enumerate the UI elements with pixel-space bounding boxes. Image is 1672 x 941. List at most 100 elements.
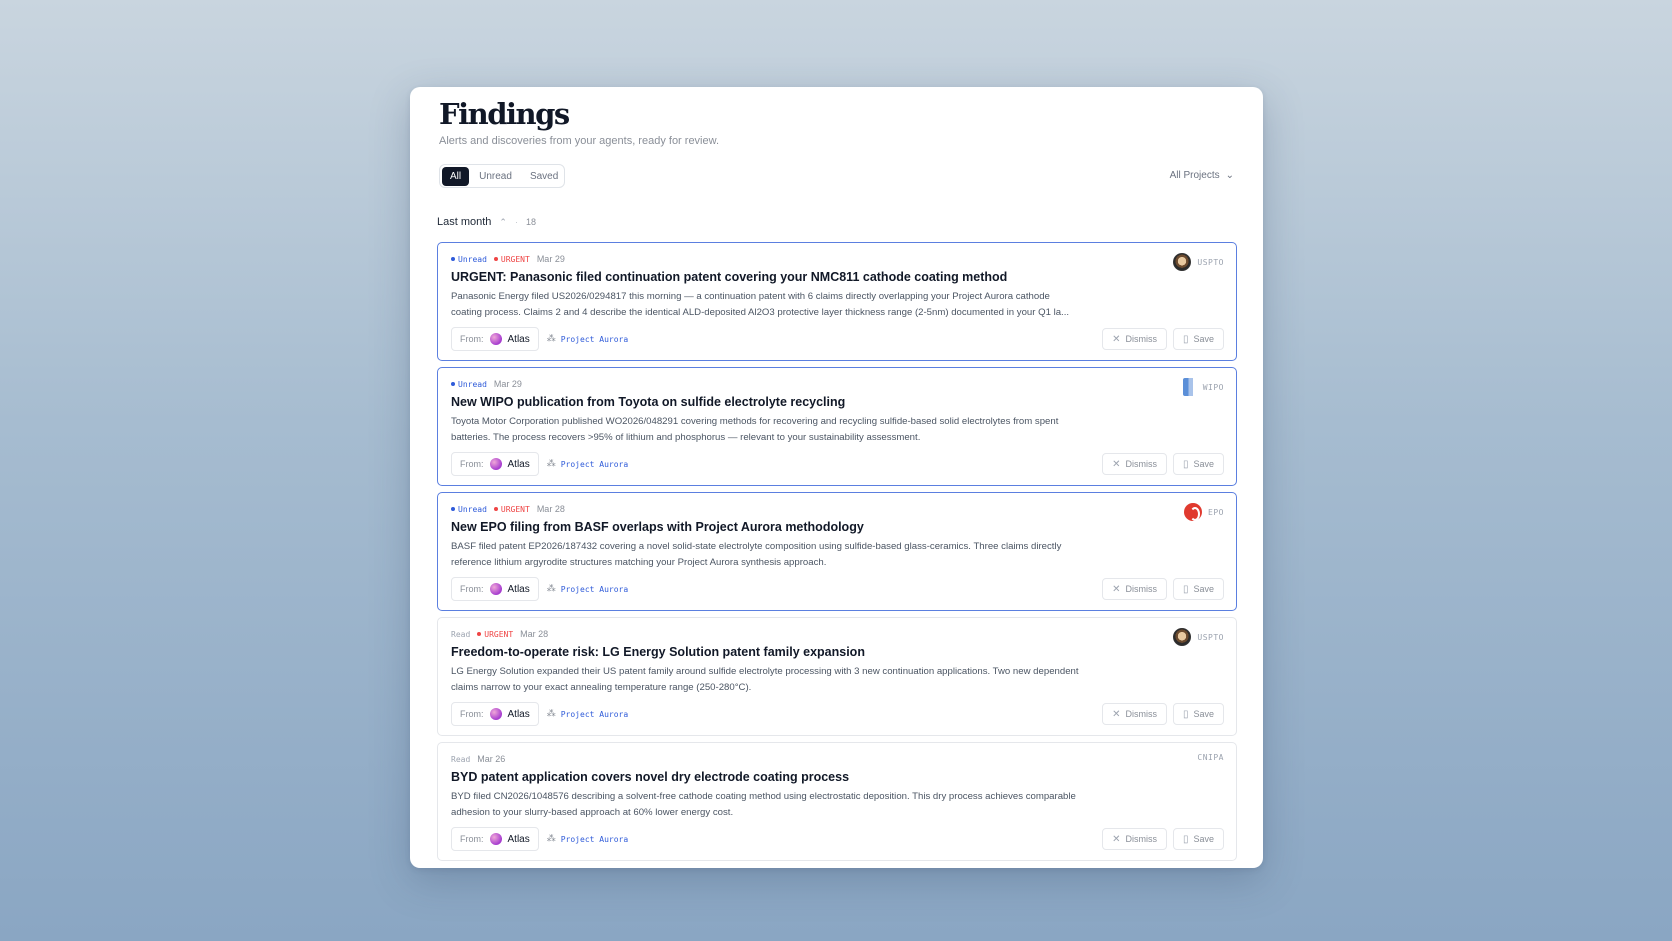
project-icon: ⁂ <box>546 459 556 469</box>
urgent-badge: URGENT <box>494 505 530 514</box>
from-label: From: <box>460 459 484 469</box>
project-link[interactable]: ⁂ Project Aurora <box>547 709 628 719</box>
agent-chip[interactable]: From: Atlas <box>451 327 539 351</box>
finding-actions: ✕ Dismiss ▯ Save <box>1102 453 1224 475</box>
finding-title[interactable]: New EPO filing from BASF overlaps with P… <box>451 520 864 534</box>
finding-title[interactable]: URGENT: Panasonic filed continuation pat… <box>451 270 1007 284</box>
project-link[interactable]: ⁂ Project Aurora <box>547 334 628 344</box>
save-button[interactable]: ▯ Save <box>1172 703 1224 725</box>
finding-description: LG Energy Solution expanded their US pat… <box>451 666 1079 693</box>
status-badge: Unread <box>451 505 487 514</box>
finding-title[interactable]: Freedom-to-operate risk: LG Energy Solut… <box>451 645 865 659</box>
source-label: WIPO <box>1202 382 1224 392</box>
project-icon: ⁂ <box>546 709 556 719</box>
tab-unread[interactable]: Unread <box>471 167 520 186</box>
agent-chip[interactable]: From: Atlas <box>451 827 539 851</box>
agent-name: Atlas <box>507 458 530 470</box>
source-badge: USPTO <box>1173 253 1224 271</box>
finding-actions: ✕ Dismiss ▯ Save <box>1102 578 1224 600</box>
save-button[interactable]: ▯ Save <box>1172 578 1224 600</box>
finding-meta: Unread URGENT Mar 29 <box>451 254 565 264</box>
close-icon: ✕ <box>1112 708 1121 720</box>
finding-description: BYD filed CN2026/1048576 describing a so… <box>451 791 1076 818</box>
dismiss-button[interactable]: ✕ Dismiss <box>1102 328 1167 350</box>
status-badge: Unread <box>451 255 487 264</box>
dismiss-button[interactable]: ✕ Dismiss <box>1102 453 1167 475</box>
page-title: Findings <box>439 97 570 131</box>
projects-dropdown[interactable]: All Projects ⌄ <box>1170 170 1234 181</box>
dismiss-label: Dismiss <box>1125 459 1157 469</box>
epo-logo-icon <box>1184 503 1203 521</box>
agent-avatar <box>489 458 502 470</box>
urgent-badge: URGENT <box>477 630 513 639</box>
save-button[interactable]: ▯ Save <box>1172 328 1224 350</box>
finding-meta: Unread Mar 29 <box>451 379 522 389</box>
group-label: Last month <box>437 216 492 228</box>
finding-footer: From: Atlas ⁂ Project Aurora ✕ Dismiss ▯ S… <box>451 702 1224 726</box>
dismiss-button[interactable]: ✕ Dismiss <box>1102 703 1167 725</box>
status-badge: Unread <box>451 380 487 389</box>
tab-all[interactable]: All <box>442 166 470 186</box>
agent-avatar <box>489 583 502 595</box>
page-subtitle: Alerts and discoveries from your agents,… <box>439 135 720 147</box>
agent-chip[interactable]: From: Atlas <box>451 452 539 476</box>
project-link[interactable]: ⁂ Project Aurora <box>547 834 628 844</box>
wipo-logo-icon <box>1182 378 1197 396</box>
finding-card[interactable]: Read URGENT Mar 28 USPTO Freedom-to-operat… <box>437 617 1237 736</box>
finding-footer: From: Atlas ⁂ Project Aurora ✕ Dismiss ▯ S… <box>451 452 1224 476</box>
finding-card[interactable]: Unread Mar 29 WIPO New WIPO publication f… <box>437 367 1237 486</box>
finding-date: Mar 29 <box>493 379 522 389</box>
projects-dropdown-label: All Projects <box>1169 170 1220 181</box>
save-label: Save <box>1193 334 1214 344</box>
findings-panel: Findings Alerts and discoveries from you… <box>410 87 1263 868</box>
source-label: EPO <box>1208 507 1224 517</box>
project-link[interactable]: ⁂ Project Aurora <box>547 459 628 469</box>
agent-avatar <box>489 333 502 345</box>
dismiss-button[interactable]: ✕ Dismiss <box>1102 828 1167 850</box>
source-badge: WIPO <box>1182 378 1224 396</box>
dismiss-label: Dismiss <box>1125 584 1157 594</box>
project-icon: ⁂ <box>546 834 556 844</box>
close-icon: ✕ <box>1112 458 1121 470</box>
close-icon: ✕ <box>1112 833 1121 845</box>
agent-name: Atlas <box>507 333 530 345</box>
tab-saved[interactable]: Saved <box>522 167 566 186</box>
project-name: Project Aurora <box>560 459 629 469</box>
save-label: Save <box>1193 584 1214 594</box>
finding-card[interactable]: Unread URGENT Mar 28 EPO New EPO filing fr… <box>437 492 1237 611</box>
finding-footer: From: Atlas ⁂ Project Aurora ✕ Dismiss ▯ S… <box>451 827 1224 851</box>
bookmark-icon: ▯ <box>1182 708 1189 720</box>
save-label: Save <box>1193 834 1214 844</box>
project-icon: ⁂ <box>546 584 556 594</box>
group-header[interactable]: Last month ⌃ · 18 <box>437 216 536 228</box>
finding-description: Panasonic Energy filed US2026/0294817 th… <box>451 291 1070 318</box>
project-link[interactable]: ⁂ Project Aurora <box>547 584 628 594</box>
uspto-logo-icon <box>1173 628 1192 646</box>
finding-footer: From: Atlas ⁂ Project Aurora ✕ Dismiss ▯ S… <box>451 327 1224 351</box>
finding-description: Toyota Motor Corporation published WO202… <box>451 416 1059 443</box>
chevron-up-icon[interactable]: ⌃ <box>499 217 507 228</box>
uspto-logo-icon <box>1173 253 1192 271</box>
finding-title[interactable]: BYD patent application covers novel dry … <box>451 770 849 784</box>
save-button[interactable]: ▯ Save <box>1172 453 1224 475</box>
finding-card[interactable]: Unread URGENT Mar 29 USPTO URGENT: Panason… <box>437 242 1237 361</box>
finding-date: Mar 26 <box>477 754 506 764</box>
save-button[interactable]: ▯ Save <box>1172 828 1224 850</box>
bookmark-icon: ▯ <box>1182 333 1189 345</box>
status-badge: Read <box>451 754 471 764</box>
agent-avatar <box>489 708 502 720</box>
agent-chip[interactable]: From: Atlas <box>451 702 539 726</box>
project-name: Project Aurora <box>560 834 629 844</box>
finding-title[interactable]: New WIPO publication from Toyota on sulf… <box>451 395 845 409</box>
agent-chip[interactable]: From: Atlas <box>451 577 539 601</box>
urgent-badge: URGENT <box>494 255 530 264</box>
finding-actions: ✕ Dismiss ▯ Save <box>1102 703 1224 725</box>
from-label: From: <box>460 834 484 844</box>
finding-actions: ✕ Dismiss ▯ Save <box>1102 828 1224 850</box>
from-label: From: <box>460 709 484 719</box>
dismiss-button[interactable]: ✕ Dismiss <box>1102 578 1167 600</box>
findings-list: Unread URGENT Mar 29 USPTO URGENT: Panason… <box>437 242 1237 867</box>
project-name: Project Aurora <box>560 584 629 594</box>
finding-card[interactable]: Read Mar 26 CNIPA BYD patent application … <box>437 742 1237 861</box>
finding-date: Mar 29 <box>536 254 565 264</box>
